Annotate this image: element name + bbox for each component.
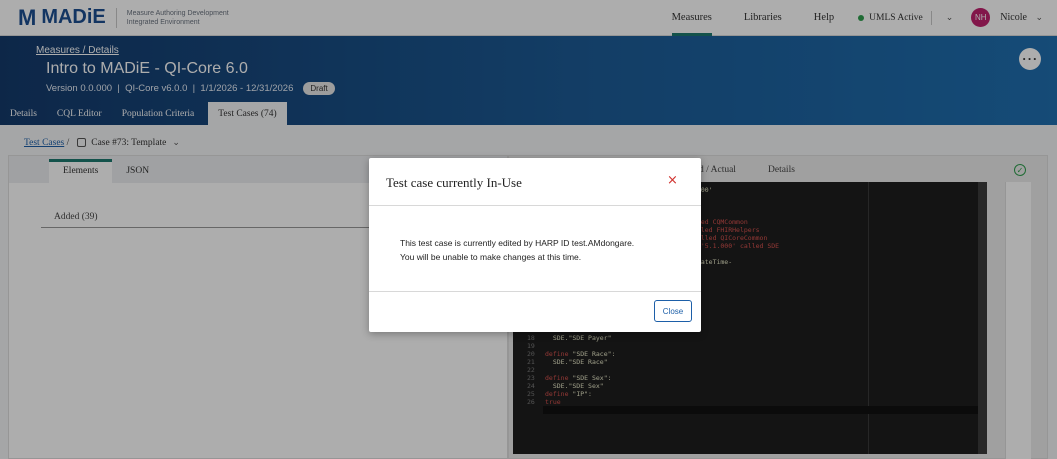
dialog-divider-top (369, 205, 701, 206)
dialog-message-line1: This test case is currently edited by HA… (400, 238, 635, 248)
dialog-message-line2: You will be unable to make changes at th… (400, 252, 582, 262)
close-button[interactable]: Close (654, 300, 692, 322)
dialog-divider-bottom (369, 291, 701, 292)
dialog-message: This test case is currently edited by HA… (400, 236, 690, 264)
close-icon[interactable]: × (667, 173, 678, 188)
dialog-title: Test case currently In-Use (386, 175, 522, 190)
in-use-dialog: Test case currently In-Use × This test c… (369, 158, 701, 332)
